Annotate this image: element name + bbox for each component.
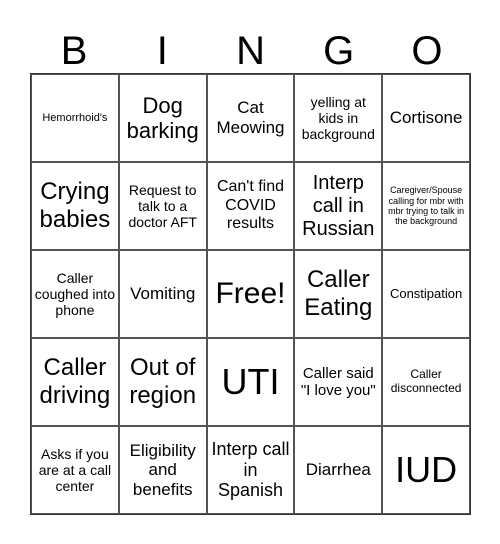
bingo-cell[interactable]: Cat Meowing <box>206 74 295 162</box>
bingo-cell[interactable]: Cortisone <box>382 74 470 162</box>
bingo-cell[interactable]: Caller said "I love you" <box>294 338 383 426</box>
bingo-cell[interactable]: Can't find COVID results <box>206 162 295 250</box>
bingo-cell[interactable]: IUD <box>382 426 470 514</box>
header-letter-i: I <box>156 29 168 73</box>
bingo-cell[interactable]: Caller coughed into phone <box>31 250 119 338</box>
bingo-cell[interactable]: Out of region <box>118 338 207 426</box>
header-letter-n: N <box>236 29 265 73</box>
bingo-cell[interactable]: Caller Eating <box>294 250 383 338</box>
bingo-cell[interactable]: Interp call in Spanish <box>206 426 295 514</box>
bingo-cell[interactable]: Eligibility and benefits <box>118 426 207 514</box>
header-letter-g: G <box>323 29 355 73</box>
bingo-cell[interactable]: Constipation <box>382 250 470 338</box>
bingo-cell[interactable]: Caregiver/Spouse calling for mbr with mb… <box>382 162 470 250</box>
bingo-cell[interactable]: Interp call in Russian <box>294 162 383 250</box>
bingo-header: B I N G O <box>30 28 471 74</box>
bingo-card: Hemorrhoid's Dog barking Cat Meowing yellin… <box>30 73 471 515</box>
bingo-cell[interactable]: Caller driving <box>31 338 119 426</box>
bingo-cell[interactable]: Asks if you are at a call center <box>31 426 119 514</box>
bingo-cell[interactable]: Vomiting <box>118 250 207 338</box>
bingo-cell[interactable]: Crying babies <box>31 162 119 250</box>
bingo-cell[interactable]: Diarrhea <box>294 426 383 514</box>
bingo-cell[interactable]: Request to talk to a doctor AFT <box>118 162 207 250</box>
header-letter-b: B <box>60 29 88 73</box>
bingo-cell[interactable]: yelling at kids in background <box>294 74 383 162</box>
bingo-cell[interactable]: Dog barking <box>118 74 207 162</box>
bingo-cell[interactable]: Hemorrhoid's <box>31 74 119 162</box>
header-letter-o: O <box>411 29 443 73</box>
bingo-cell[interactable]: UTI <box>206 338 295 426</box>
bingo-cell[interactable]: Caller disconnected <box>382 338 470 426</box>
free-space-cell[interactable]: Free! <box>206 250 295 338</box>
